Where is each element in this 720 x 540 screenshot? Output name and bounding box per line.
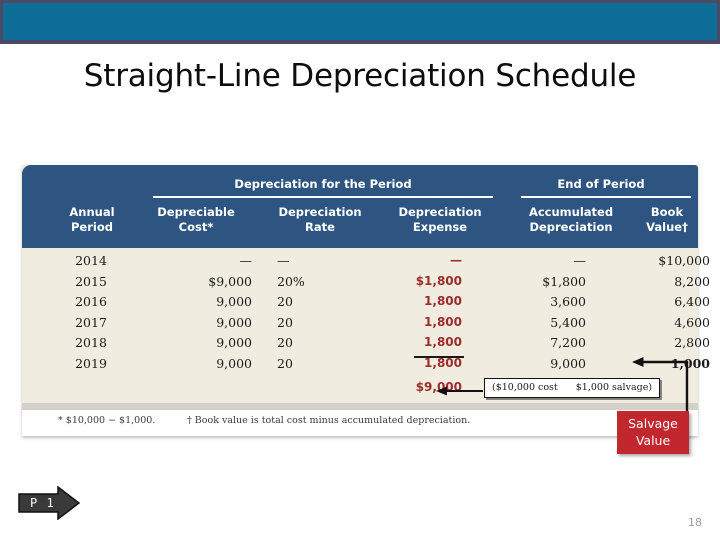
- cell-book-value: 6,400: [674, 294, 710, 310]
- cell-book-value: 2,800: [674, 335, 710, 351]
- cell-accumulated-depreciation: 3,600: [550, 294, 586, 310]
- cell-depreciation-rate: 20%: [277, 273, 305, 289]
- cell-depreciation-expense: 1,800: [424, 294, 462, 309]
- table-row: 2015 $9,000 20% $1,800 $1,800 8,200: [22, 273, 710, 295]
- cell-book-value: 4,600: [674, 314, 710, 330]
- cell-depreciable-cost: $9,000: [208, 273, 252, 289]
- table-row: 2018 9,000 20 1,800 7,200 2,800: [22, 335, 710, 356]
- column-header-line1: Annual: [69, 205, 115, 219]
- expense-total-rule: [414, 355, 464, 358]
- slide-top-band-frame: [0, 0, 720, 44]
- cell-accumulated-depreciation: 5,400: [550, 314, 586, 330]
- cell-depreciation-expense: 1,800: [424, 355, 462, 370]
- cell-book-value: 8,200: [674, 273, 710, 289]
- column-header-depreciation-rate: Depreciation Rate: [262, 205, 378, 235]
- salvage-value-line2: Value: [635, 433, 671, 448]
- table-header: Depreciation for the Period End of Perio…: [22, 165, 698, 248]
- column-header-line1: Depreciable: [157, 205, 235, 219]
- slide-top-band: [3, 3, 717, 40]
- table-row: 2019 9,000 20 1,800 9,000 1,000: [22, 355, 710, 377]
- cell-accumulated-depreciation: 9,000: [550, 355, 586, 371]
- column-header-line2: Period: [71, 220, 113, 234]
- cell-depreciation-rate: 20: [277, 355, 293, 371]
- salvage-value-callout: Salvage Value: [617, 411, 689, 454]
- cell-annual-period: 2014: [75, 253, 107, 268]
- cell-depreciation-rate: 20: [277, 335, 293, 351]
- column-header-annual-period: Annual Period: [42, 205, 142, 235]
- cell-depreciation-expense: —: [450, 253, 462, 267]
- cell-depreciation-rate: 20: [277, 294, 293, 310]
- column-header-book-value: Book Value†: [636, 205, 698, 235]
- column-header-line2: Rate: [305, 220, 335, 234]
- salvage-value-line1: Salvage: [628, 416, 678, 431]
- cell-depreciation-expense: $1,800: [415, 273, 462, 288]
- column-header-line1: Book: [650, 205, 684, 219]
- cell-depreciable-cost: 9,000: [216, 335, 252, 351]
- column-header-depreciation-expense: Depreciation Expense: [382, 205, 498, 235]
- callout-arrow-icon: [436, 386, 483, 396]
- footnote-asterisk: * $10,000 − $1,000.: [58, 414, 156, 426]
- column-header-depreciable-cost: Depreciable Cost*: [140, 205, 252, 235]
- table-row: 2017 9,000 20 1,800 5,400 4,600: [22, 314, 710, 336]
- cell-accumulated-depreciation: $1,800: [542, 273, 586, 289]
- cell-depreciable-cost: 9,000: [216, 294, 252, 310]
- column-header-accumulated-depreciation: Accumulated Depreciation: [506, 205, 636, 235]
- column-header-line2: Value†: [646, 220, 688, 234]
- table-footnotes: * $10,000 − $1,000. † Book value is tota…: [22, 409, 698, 436]
- cell-depreciation-rate: 20: [277, 314, 293, 330]
- cell-depreciation-expense: 1,800: [424, 335, 462, 350]
- cell-annual-period: 2016: [75, 294, 107, 310]
- cell-annual-period: 2017: [75, 314, 107, 330]
- page-title: Straight-Line Depreciation Schedule: [83, 58, 637, 94]
- cell-accumulated-depreciation: —: [573, 253, 587, 268]
- cell-annual-period: 2015: [75, 273, 107, 289]
- cell-book-value: $10,000: [658, 253, 710, 268]
- group-header-rule-left: [153, 196, 493, 198]
- group-header-end-of-period: End of Period: [557, 177, 645, 191]
- table-row: 2014 — — — — $10,000: [22, 253, 710, 274]
- column-header-line1: Depreciation: [278, 205, 362, 219]
- reference-tag-label: P 1: [30, 496, 55, 510]
- group-header-rule-right: [521, 196, 691, 198]
- column-header-line2: Cost*: [178, 220, 214, 234]
- cell-depreciable-cost: 9,000: [216, 355, 252, 371]
- group-header-depreciation-for-the-period: Depreciation for the Period: [234, 177, 412, 191]
- cell-depreciable-cost: 9,000: [216, 314, 252, 330]
- cell-accumulated-depreciation: 7,200: [550, 335, 586, 351]
- table-row: 2016 9,000 20 1,800 3,600 6,400: [22, 294, 710, 315]
- column-header-line2: Expense: [412, 220, 468, 234]
- table-footer-separator: [22, 402, 698, 410]
- column-header-line2: Depreciation: [529, 220, 613, 234]
- cell-depreciable-cost: —: [239, 253, 253, 268]
- page-number: 18: [688, 516, 702, 529]
- column-header-line1: Accumulated: [528, 205, 614, 219]
- cell-depreciation-expense: 1,800: [424, 314, 462, 329]
- column-header-line1: Depreciation: [398, 205, 482, 219]
- callout-cost-text: ($10,000 cost: [492, 382, 558, 393]
- cell-annual-period: 2018: [75, 335, 107, 351]
- cell-depreciation-rate: —: [277, 253, 290, 268]
- cell-annual-period: 2019: [75, 355, 107, 371]
- salvage-connector-arrow-icon: [632, 357, 689, 414]
- footnote-dagger: † Book value is total cost minus accumul…: [187, 414, 471, 426]
